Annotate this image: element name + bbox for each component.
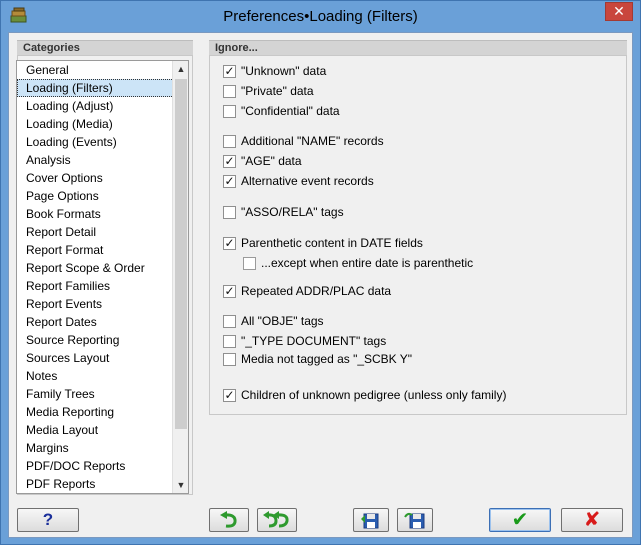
- redo-all-icon: [263, 511, 289, 528]
- category-item[interactable]: Report Format: [17, 241, 188, 259]
- ignore-option[interactable]: ...except when entire date is parentheti…: [243, 255, 473, 271]
- checkbox-checked[interactable]: ✓: [223, 154, 236, 168]
- category-item[interactable]: Media Layout: [17, 421, 188, 439]
- title-bar[interactable]: Preferences•Loading (Filters) ✕: [1, 1, 640, 33]
- checkbox[interactable]: [243, 256, 256, 270]
- help-label: ?: [42, 510, 54, 529]
- category-item[interactable]: Report Scope & Order: [17, 259, 188, 277]
- ignore-option[interactable]: ✓ Alternative event records: [223, 173, 374, 189]
- category-item[interactable]: Analysis: [17, 151, 188, 169]
- redo-all-button[interactable]: [257, 508, 297, 532]
- category-item[interactable]: Report Families: [17, 277, 188, 295]
- save-icon: [361, 513, 379, 529]
- ignore-option[interactable]: Media not tagged as "_SCBK Y": [223, 351, 412, 367]
- ignore-option[interactable]: ✓ "Unknown" data: [223, 63, 326, 79]
- category-item[interactable]: Loading (Events): [17, 133, 188, 151]
- ignore-option-label: Parenthetic content in DATE fields: [241, 236, 423, 250]
- undo-icon: [220, 511, 237, 528]
- category-item[interactable]: Loading (Filters): [17, 79, 188, 97]
- categories-items: General Loading (Filters) Loading (Adjust)…: [17, 61, 188, 493]
- ignore-option[interactable]: ✓ Repeated ADDR/PLAC data: [223, 283, 391, 299]
- checkbox[interactable]: [223, 334, 236, 348]
- category-item[interactable]: Loading (Media): [17, 115, 188, 133]
- ignore-option-label: "Private" data: [241, 84, 314, 98]
- category-item[interactable]: Loading (Adjust): [17, 97, 188, 115]
- checkbox[interactable]: [223, 134, 236, 148]
- checkbox[interactable]: [223, 314, 236, 328]
- ok-button[interactable]: ✔: [489, 508, 551, 532]
- categories-header: Categories: [17, 40, 193, 55]
- ignore-option-label: "AGE" data: [241, 154, 302, 168]
- category-item[interactable]: General: [17, 61, 188, 79]
- ignore-option-label: Children of unknown pedigree (unless onl…: [241, 388, 507, 402]
- load-button[interactable]: [397, 508, 433, 532]
- category-item[interactable]: Book Formats: [17, 205, 188, 223]
- category-item[interactable]: PDF Reports: [17, 475, 188, 493]
- checkbox-checked[interactable]: ✓: [223, 388, 236, 402]
- category-item[interactable]: Notes: [17, 367, 188, 385]
- ignore-option[interactable]: ✓ Parenthetic content in DATE fields: [223, 235, 423, 251]
- save-button[interactable]: [353, 508, 389, 532]
- ignore-option-label: Repeated ADDR/PLAC data: [241, 284, 392, 298]
- ignore-option[interactable]: "_TYPE DOCUMENT" tags: [223, 333, 386, 349]
- ignore-option-label: Alternative event records: [241, 174, 374, 188]
- close-button[interactable]: ✕: [605, 2, 633, 21]
- ignore-option[interactable]: "ASSO/RELA" tags: [223, 204, 344, 220]
- ignore-option-label: All "OBJE" tags: [241, 314, 324, 328]
- scroll-down-icon[interactable]: ▼: [173, 477, 188, 493]
- ignore-option-label: "Confidential" data: [241, 104, 340, 118]
- ignore-option[interactable]: "Confidential" data: [223, 103, 340, 119]
- checkbox[interactable]: [223, 352, 236, 366]
- preferences-window: Preferences•Loading (Filters) ✕ Categori…: [0, 0, 641, 545]
- checkbox[interactable]: [223, 84, 236, 98]
- category-item[interactable]: Family Trees: [17, 385, 188, 403]
- ignore-option[interactable]: "Private" data: [223, 83, 314, 99]
- checkbox[interactable]: [223, 205, 236, 219]
- ignore-option-label: "ASSO/RELA" tags: [241, 205, 344, 219]
- ignore-option[interactable]: Additional "NAME" records: [223, 133, 384, 149]
- scroll-thumb[interactable]: [175, 79, 187, 429]
- checkbox-checked[interactable]: ✓: [223, 236, 236, 250]
- category-item[interactable]: PDF/DOC Reports: [17, 457, 188, 475]
- checkbox-checked[interactable]: ✓: [223, 64, 236, 78]
- category-item[interactable]: Margins: [17, 439, 188, 457]
- cancel-button[interactable]: ✘: [561, 508, 623, 532]
- scroll-up-icon[interactable]: ▲: [173, 61, 188, 77]
- help-button[interactable]: ?: [17, 508, 79, 532]
- checkbox[interactable]: [223, 104, 236, 118]
- cross-icon: ✘: [583, 509, 601, 531]
- ignore-option-label: Additional "NAME" records: [241, 134, 384, 148]
- ignore-option-label: Media not tagged as "_SCBK Y": [241, 352, 413, 366]
- checkbox-checked[interactable]: ✓: [223, 284, 236, 298]
- categories-scrollbar[interactable]: ▲ ▼: [172, 61, 188, 493]
- ignore-header: Ignore...: [209, 40, 627, 55]
- client-area: Categories General Loading (Filters) Loadi…: [8, 32, 633, 538]
- category-item[interactable]: Source Reporting: [17, 331, 188, 349]
- check-icon: ✔: [511, 509, 529, 531]
- load-icon: [404, 512, 425, 529]
- undo-button[interactable]: [209, 508, 249, 532]
- category-item[interactable]: Report Dates: [17, 313, 188, 331]
- category-item[interactable]: Sources Layout: [17, 349, 188, 367]
- category-item[interactable]: Report Detail: [17, 223, 188, 241]
- ignore-option[interactable]: ✓ "AGE" data: [223, 153, 302, 169]
- ignore-option-label: "Unknown" data: [241, 64, 327, 78]
- window-title: Preferences•Loading (Filters): [223, 8, 418, 25]
- ignore-option-label: ...except when entire date is parentheti…: [261, 256, 474, 270]
- categories-list[interactable]: General Loading (Filters) Loading (Adjust)…: [16, 60, 189, 494]
- category-item[interactable]: Report Events: [17, 295, 188, 313]
- category-item[interactable]: Page Options: [17, 187, 188, 205]
- category-item[interactable]: Media Reporting: [17, 403, 188, 421]
- ignore-option-label: "_TYPE DOCUMENT" tags: [241, 334, 387, 348]
- ignore-option[interactable]: All "OBJE" tags: [223, 313, 324, 329]
- category-item[interactable]: Cover Options: [17, 169, 188, 187]
- ignore-option[interactable]: ✓ Children of unknown pedigree (unless on…: [223, 387, 506, 403]
- checkbox-checked[interactable]: ✓: [223, 174, 236, 188]
